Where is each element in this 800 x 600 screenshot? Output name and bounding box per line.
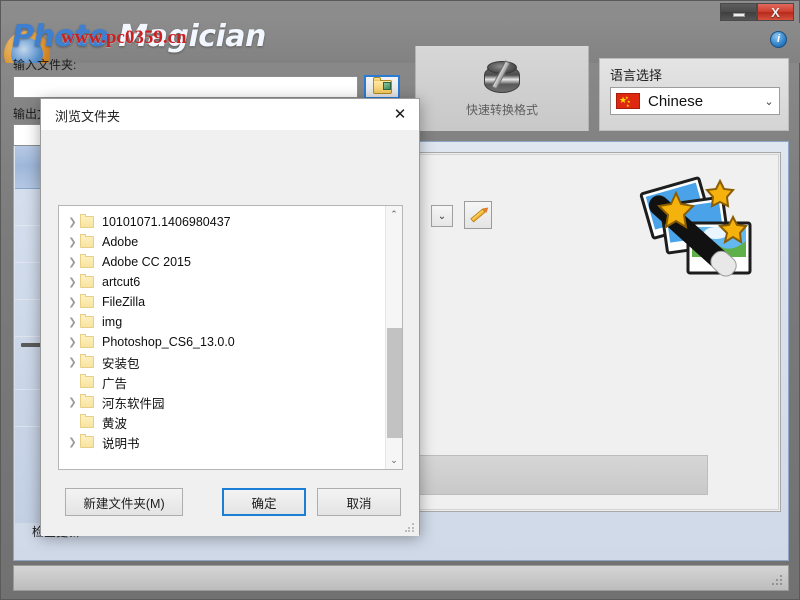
chevron-right-icon[interactable]: ❯ [65,437,80,448]
folder-tree-item[interactable]: ❯ img [59,312,385,332]
dialog-body: ❯ 10101071.1406980437 ❯ Adobe ❯ Adobe CC 2015… [41,130,419,536]
language-selected-value: Chinese [648,93,759,110]
chevron-right-icon[interactable]: ❯ [65,257,80,268]
folder-name-label: Adobe [102,235,138,249]
folder-icon [80,276,94,288]
folder-tree-item[interactable]: ❯黄波 [59,412,385,432]
folder-icon [80,316,94,328]
folder-icon [80,376,94,388]
folder-icon [80,436,94,448]
dialog-close-icon[interactable]: ✕ [387,103,413,125]
folder-open-icon [373,80,392,94]
scroll-up-icon[interactable]: ⌃ [386,206,402,223]
ok-button[interactable]: 确定 [222,488,306,516]
chevron-right-icon[interactable]: ❯ [65,297,80,308]
folder-tree-item[interactable]: ❯ Adobe CC 2015 [59,252,385,272]
folder-icon [80,256,94,268]
folder-name-label: img [102,315,122,329]
folder-name-label: 安装包 [102,353,140,372]
folder-name-label: 广告 [102,373,127,392]
minimize-icon [733,13,745,17]
chevron-right-icon[interactable]: ❯ [65,277,80,288]
magic-wand-photos-icon [616,167,766,307]
folder-tree-item[interactable]: ❯ Adobe [59,232,385,252]
folder-name-label: 说明书 [102,433,140,452]
folder-icon [80,296,94,308]
chevron-right-icon[interactable]: ❯ [65,317,80,328]
chevron-down-icon: ⌄ [759,95,779,108]
dialog-resize-grip-icon[interactable] [405,523,415,533]
folder-tree-item[interactable]: ❯ artcut6 [59,272,385,292]
language-select[interactable]: ★ ★ ★ ★ Chinese ⌄ [610,87,780,115]
status-bar [13,565,789,591]
folder-name-label: FileZilla [102,295,145,309]
folder-tree-item[interactable]: ❯广告 [59,372,385,392]
folder-tree-item[interactable]: ❯ FileZilla [59,292,385,312]
dialog-buttons: 新建文件夹(M) 确定 取消 [41,474,419,536]
chevron-right-icon[interactable]: ❯ [65,337,80,348]
close-icon: X [771,5,780,20]
folder-name-label: 黄波 [102,413,127,432]
resize-grip-icon[interactable] [772,575,784,587]
window-controls: X [720,3,794,21]
folder-tree-item[interactable]: ❯ Photoshop_CS6_13.0.0 [59,332,385,352]
folder-tree-item[interactable]: ❯ 安装包 [59,352,385,372]
input-folder-row [13,75,411,99]
pencil-icon [470,208,485,222]
folder-tree-item[interactable]: ❯ 说明书 [59,432,385,452]
window-frame: X Photo Magician www.pc0359.cn i 输入文件夹: … [0,0,800,600]
input-folder-label: 输入文件夹: [13,56,411,73]
china-flag-icon: ★ ★ ★ ★ [616,93,640,109]
dialog-title-bar: 浏览文件夹 ✕ [41,99,419,130]
folder-tree-item[interactable]: ❯ 10101071.1406980437 [59,212,385,232]
folder-icon [80,416,94,428]
scrollbar-thumb[interactable] [387,328,402,438]
folder-icon [80,356,94,368]
close-button[interactable]: X [757,3,794,21]
folder-icon [80,396,94,408]
folder-name-label: Adobe CC 2015 [102,255,191,269]
title-bar: X [1,1,800,23]
folder-name-label: artcut6 [102,275,140,289]
folder-icon [80,336,94,348]
application-window: X Photo Magician www.pc0359.cn i 输入文件夹: … [0,0,800,600]
edit-button[interactable] [464,201,492,229]
dialog-title: 浏览文件夹 [55,106,120,125]
scroll-down-icon[interactable]: ⌄ [386,452,402,469]
browse-folder-dialog: 浏览文件夹 ✕ ❯ 10101071.1406980437 ❯ Adobe ❯ Adobe… [40,98,420,535]
magic-disc-icon [480,59,524,99]
quick-convert-label: 快速转换格式 [466,101,538,118]
folder-name-label: 河东软件园 [102,393,165,412]
cancel-button[interactable]: 取消 [317,488,401,516]
format-dropdown[interactable]: ⌄ [431,205,453,227]
info-icon[interactable]: i [770,31,787,48]
minimize-button[interactable] [720,3,757,21]
folder-name-label: Photoshop_CS6_13.0.0 [102,335,235,349]
quick-convert-tool[interactable]: 快速转换格式 [415,46,589,131]
chevron-right-icon[interactable]: ❯ [65,397,80,408]
folder-icon [80,216,94,228]
folder-name-label: 10101071.1406980437 [102,215,231,229]
folder-icon [80,236,94,248]
language-panel: 语言选择 ★ ★ ★ ★ Chinese ⌄ [599,58,789,131]
input-folder-field[interactable] [13,76,358,98]
tree-scrollbar[interactable]: ⌃ ⌄ [385,206,402,469]
site-watermark: www.pc0359.cn [61,27,187,49]
chevron-right-icon[interactable]: ❯ [65,237,80,248]
folder-tree-rows: ❯ 10101071.1406980437 ❯ Adobe ❯ Adobe CC 2015… [59,206,385,469]
folder-tree[interactable]: ❯ 10101071.1406980437 ❯ Adobe ❯ Adobe CC 2015… [58,205,403,470]
new-folder-button[interactable]: 新建文件夹(M) [65,488,183,516]
folder-tree-item[interactable]: ❯ 河东软件园 [59,392,385,412]
chevron-right-icon[interactable]: ❯ [65,357,80,368]
language-title: 语言选择 [610,65,662,84]
browse-input-folder-button[interactable] [364,75,400,99]
chevron-right-icon[interactable]: ❯ [65,217,80,228]
